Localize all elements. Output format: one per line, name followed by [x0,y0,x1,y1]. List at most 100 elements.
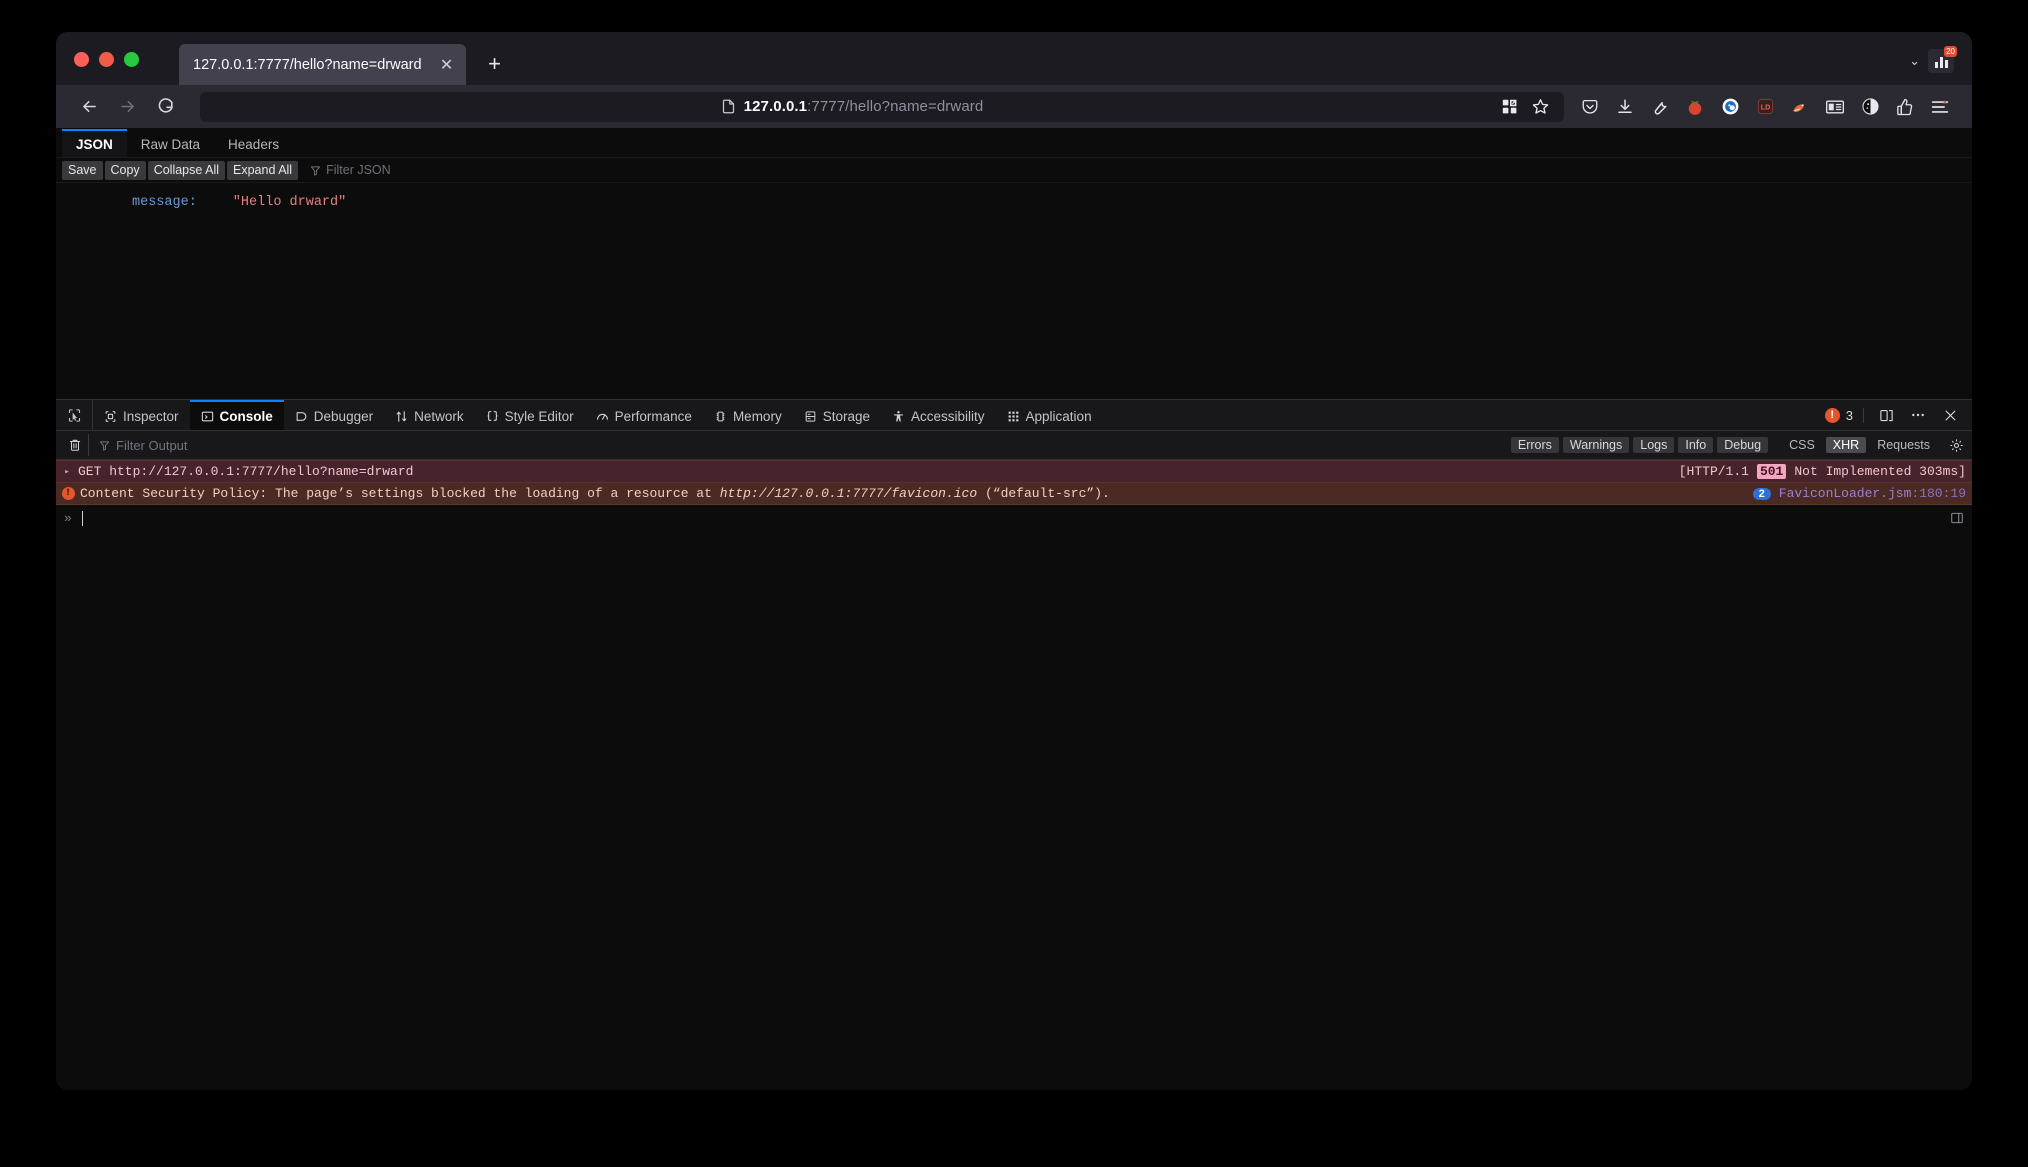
json-filter-input[interactable]: Filter JSON [310,163,391,177]
tab-network[interactable]: Network [384,400,475,430]
memory-icon [714,410,727,423]
url-display: 127.0.0.1:7777/hello?name=drward [208,98,1496,115]
save-button[interactable]: Save [62,161,103,180]
downloads-icon[interactable] [1609,92,1641,122]
status-suffix: Not Implemented 303ms] [1794,464,1966,479]
tab-close-icon[interactable]: ✕ [436,54,458,76]
back-button[interactable] [72,90,106,124]
svg-text:LD: LD [1760,104,1769,112]
firefox-extension-icon[interactable] [1784,92,1816,122]
lastpass-icon[interactable]: LD [1749,92,1781,122]
prompt-chevron-icon: » [64,511,72,526]
trash-icon[interactable] [62,434,89,456]
filter-info-button[interactable]: Info [1678,437,1713,453]
reload-button[interactable] [148,90,182,124]
filter-errors-button[interactable]: Errors [1511,437,1559,453]
zoom-window-button[interactable] [124,52,139,67]
dock-split-icon[interactable] [1872,403,1900,427]
close-devtools-icon[interactable] [1936,403,1964,427]
network-status: [HTTP/1.1 501 Not Implemented 303ms] [1679,464,1966,479]
error-badge-icon: ! [1825,408,1840,423]
filter-warnings-button[interactable]: Warnings [1563,437,1629,453]
tab-console[interactable]: Console [190,400,284,430]
copy-button[interactable]: Copy [105,161,146,180]
tab-headers[interactable]: Headers [214,129,293,157]
console-prompt-row[interactable]: » [56,505,1972,531]
gear-icon[interactable] [1949,438,1964,453]
collapse-all-button[interactable]: Collapse All [148,161,225,180]
filter-funnel-icon [310,165,321,176]
tab-accessibility-label: Accessibility [911,409,985,424]
json-row[interactable]: message: "Hello drward" [56,193,1972,213]
console-row-network[interactable]: ▸ GET http://127.0.0.1:7777/hello?name=d… [56,460,1972,483]
devtools-right-controls: ! 3 [1825,400,1972,430]
extensions-icon[interactable] [1496,94,1524,120]
json-value: "Hello drward" [233,193,346,213]
extension-toolbar-badge[interactable]: 20 [1928,49,1954,73]
filter-debug-button[interactable]: Debug [1717,437,1768,453]
forward-button[interactable] [110,90,144,124]
source-link[interactable]: FaviconLoader.jsm:180:19 [1779,486,1966,501]
debugger-icon [295,410,308,423]
json-content: message: "Hello drward" [56,183,1972,399]
tab-memory[interactable]: Memory [703,400,793,430]
url-bar[interactable]: 127.0.0.1:7777/hello?name=drward [200,92,1564,122]
source-line: :180:19 [1911,486,1966,501]
extension-badge-count: 20 [1944,46,1957,57]
urlbar-buttons [1496,94,1554,120]
new-tab-button[interactable]: + [482,51,508,77]
filter-requests-button[interactable]: Requests [1870,437,1937,453]
tab-performance[interactable]: Performance [585,400,703,430]
filter-logs-button[interactable]: Logs [1633,437,1674,453]
devtools-tab-bar: Inspector Console Debugger Network [56,400,1972,431]
url-text: 127.0.0.1:7777/hello?name=drward [744,98,984,115]
tab-raw-data[interactable]: Raw Data [127,129,214,157]
console-severity-filters: Errors Warnings Logs Info Debug CSS XHR … [1511,437,1964,453]
element-picker-icon[interactable] [56,400,93,430]
privacy-badger-icon[interactable] [1714,92,1746,122]
tab-console-label: Console [220,409,273,424]
console-output: ▸ GET http://127.0.0.1:7777/hello?name=d… [56,460,1972,1090]
source-file: FaviconLoader.jsm [1779,486,1912,501]
list-all-tabs-icon[interactable]: ⌄ [1909,53,1920,69]
expand-arrow-icon[interactable]: ▸ [56,467,78,477]
console-row-error[interactable]: ! Content Security Policy: The page’s se… [56,483,1972,505]
json-viewer-toolbar: Save Copy Collapse All Expand All Filter… [56,158,1972,183]
json-viewer-tabs: JSON Raw Data Headers [56,129,1972,158]
filter-xhr-button[interactable]: XHR [1826,437,1866,453]
error-icon: ! [56,487,80,500]
wrench-icon[interactable] [1644,92,1676,122]
filter-funnel-icon [99,440,110,451]
tab-network-label: Network [414,409,464,424]
tab-style-editor[interactable]: Style Editor [475,400,585,430]
app-menu-icon[interactable] [1924,92,1956,122]
tab-accessibility[interactable]: Accessibility [881,400,996,430]
error-count-indicator[interactable]: ! 3 [1825,408,1864,423]
tab-inspector[interactable]: Inspector [93,400,190,430]
performance-icon [596,410,609,423]
tab-style-editor-label: Style Editor [505,409,574,424]
expand-all-button[interactable]: Expand All [227,161,298,180]
close-window-button[interactable] [74,52,89,67]
application-icon [1007,410,1020,423]
minimize-window-button[interactable] [99,52,114,67]
multiline-editor-icon[interactable] [1950,511,1972,525]
console-toolbar: Filter Output Errors Warnings Logs Info … [56,431,1972,460]
reader-icon[interactable] [1819,92,1851,122]
tomato-icon[interactable] [1679,92,1711,122]
prompt-caret [82,511,83,526]
console-filter-input[interactable]: Filter Output [99,438,188,453]
url-host: 127.0.0.1 [744,98,807,115]
json-filter-placeholder: Filter JSON [326,163,391,177]
tab-json[interactable]: JSON [62,129,127,157]
tab-debugger[interactable]: Debugger [284,400,384,430]
browser-tab[interactable]: 127.0.0.1:7777/hello?name=drward ✕ [179,44,466,85]
thumbs-up-icon[interactable] [1889,92,1921,122]
dark-reader-icon[interactable] [1854,92,1886,122]
filter-css-button[interactable]: CSS [1782,437,1822,453]
tab-storage[interactable]: Storage [793,400,881,430]
more-options-icon[interactable] [1904,403,1932,427]
tab-application[interactable]: Application [996,400,1103,430]
star-icon[interactable] [1526,94,1554,120]
pocket-icon[interactable] [1574,92,1606,122]
